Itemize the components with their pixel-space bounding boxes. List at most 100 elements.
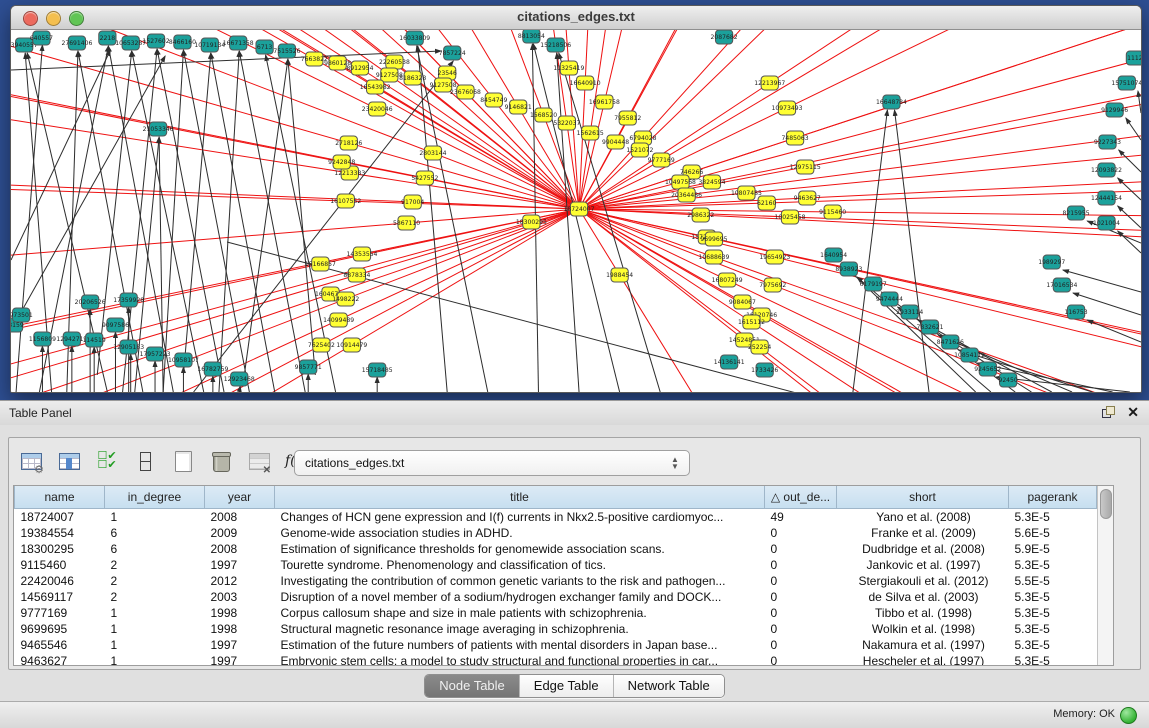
graph-node[interactable]: 8215955 [1063,206,1090,220]
graph-node[interactable]: 10807485 [731,186,762,200]
graph-node[interactable]: 12923468 [224,372,255,386]
table-row[interactable]: 969969511998Structural magnetic resonanc… [15,621,1097,637]
float-panel-icon[interactable] [1102,406,1115,418]
table-row[interactable]: 946554611997Estimation of the future num… [15,637,1097,653]
column-header-name[interactable]: name [15,486,105,509]
graph-node[interactable]: 10688639 [698,250,729,264]
graph-node[interactable]: 7515526 [273,44,300,58]
row-merge-icon[interactable] [131,447,159,475]
graph-node[interactable]: 6713 [256,40,273,54]
graph-node[interactable]: 20206526 [75,295,106,309]
graph-node[interactable]: 5322037 [553,116,580,130]
graph-node[interactable]: 9097586 [102,318,129,332]
tab-node-table[interactable]: Node Table [425,675,520,697]
column-header-short[interactable]: short [837,486,1009,509]
graph-node[interactable]: 12213967 [754,76,785,90]
graph-node[interactable]: 640557 [30,31,53,45]
graph-node[interactable]: 8878334 [343,268,370,282]
graph-node[interactable]: 9857771 [295,360,322,374]
graph-node[interactable]: 22260538 [379,55,410,69]
new-file-icon[interactable] [169,447,197,475]
table-panel-titlebar[interactable]: Table Panel ✕ [0,401,1149,425]
table-header-row[interactable]: namein_degreeyeartitle△ out_de...shortpa… [15,486,1097,509]
graph-node[interactable]: 16671358 [223,36,254,50]
graph-node[interactable]: 7975692 [759,278,786,292]
graph-node[interactable]: 9904448 [602,135,629,149]
graph-node[interactable]: 16648784 [876,95,907,109]
graph-node[interactable]: 17016534 [1046,278,1077,292]
graph-node[interactable]: 5867110 [393,216,420,230]
graph-node[interactable]: 1733426 [751,363,778,377]
graph-node[interactable]: 15718485 [362,363,393,377]
graph-node[interactable]: 2718126 [335,136,362,150]
table-selector-dropdown[interactable]: citations_edges.txt ▲▼ [294,450,690,476]
table-row[interactable]: 977716911998Corpus callosum shape and si… [15,605,1097,621]
graph-node[interactable]: 1156809 [29,332,56,346]
graph-node[interactable]: 16107552 [330,194,361,208]
graph-node[interactable]: 1988454 [606,268,633,282]
graph-node[interactable]: 7485063 [782,131,809,145]
graph-node[interactable]: 1527602 [143,34,170,48]
column-header-title[interactable]: title [275,486,765,509]
graph-node[interactable]: 2803144 [419,146,446,160]
graph-node[interactable]: 2218 [99,31,116,45]
window-titlebar[interactable]: citations_edges.txt [11,6,1141,30]
table-row[interactable]: 1872400712008Changes of HCN gene express… [15,509,1097,526]
graph-node[interactable]: 252254 [748,340,771,354]
table-row[interactable]: 1456911722003Disruption of a novel membe… [15,589,1097,605]
table-row[interactable]: 1830029562008Estimation of significance … [15,541,1097,557]
scrollbar-thumb[interactable] [1100,489,1112,519]
vertical-scrollbar[interactable] [1097,486,1113,665]
graph-node[interactable]: 12093822 [1091,163,1122,177]
graph-node[interactable]: 1989297 [1038,255,1065,269]
column-header-year[interactable]: year [205,486,275,509]
graph-node[interactable]: 9227343 [1094,135,1121,149]
graph-node[interactable]: 10914479 [336,338,367,352]
graph-node[interactable]: 8938923 [835,262,862,276]
column-header-in_degree[interactable]: in_degree [105,486,205,509]
graph-node[interactable]: 9115460 [819,205,846,219]
table-row[interactable]: 1938455462009Genome-wide association stu… [15,525,1097,541]
graph-node[interactable]: 12975115 [790,160,821,174]
graph-node[interactable]: 8454749 [480,93,507,107]
show-column-icon[interactable] [55,447,83,475]
graph-node[interactable]: 1640954 [820,248,847,262]
column-header-out_de[interactable]: △ out_de... [765,486,837,509]
graph-node[interactable]: 1021004 [1093,216,1120,230]
close-panel-icon[interactable]: ✕ [1127,405,1139,419]
tab-network-table[interactable]: Network Table [614,675,724,697]
graph-node[interactable]: 9474444 [876,292,903,306]
graph-node[interactable]: 10958107 [168,353,199,367]
delete-icon[interactable] [207,447,235,475]
graph-node[interactable]: 973501 [11,308,33,322]
memory-ok-icon[interactable] [1120,707,1137,724]
network-canvas[interactable]: 1872400739405576405572769140622181065328… [11,30,1141,392]
graph-node[interactable]: 27691406 [61,36,92,50]
graph-node[interactable]: 12444154 [1091,191,1122,205]
table-row[interactable]: 2242004622012Investigating the contribut… [15,573,1097,589]
graph-node[interactable]: 9463627 [794,191,821,205]
graph-node[interactable]: 7955812 [614,111,641,125]
graph-node[interactable]: 9146821 [505,100,532,114]
table-row[interactable]: 946362711997Embryonic stem cells: a mode… [15,653,1097,665]
graph-node[interactable]: 16033809 [399,31,430,45]
graph-node[interactable]: 16640910 [570,76,601,90]
graph-node[interactable]: 92450 [998,373,1017,387]
graph-node[interactable]: 116753 [1064,305,1087,319]
graph-node[interactable]: 3824594 [698,175,725,189]
column-header-pagerank[interactable]: pagerank [1009,486,1097,509]
tab-edge-table[interactable]: Edge Table [520,675,614,697]
graph-node[interactable]: 15751074 [1111,76,1141,90]
graph-node[interactable]: 19654923 [759,250,790,264]
table-settings-icon[interactable]: ⚙ [17,447,45,475]
graph-node[interactable]: 917004 [401,195,424,209]
graph-node[interactable]: 14136141 [714,355,745,369]
graph-node[interactable]: 2087682 [711,30,738,44]
table-row[interactable]: 911546021997Tourette syndrome. Phenomeno… [15,557,1097,573]
graph-node[interactable]: 114519 [83,333,106,347]
graph-node[interactable]: 62160 [757,196,776,210]
graph-node[interactable]: 16782759 [197,362,228,376]
graph-node[interactable]: 10719134 [194,38,225,52]
graph-node[interactable]: 9129946 [1101,103,1128,117]
graph-node[interactable]: 7857224 [439,46,466,60]
